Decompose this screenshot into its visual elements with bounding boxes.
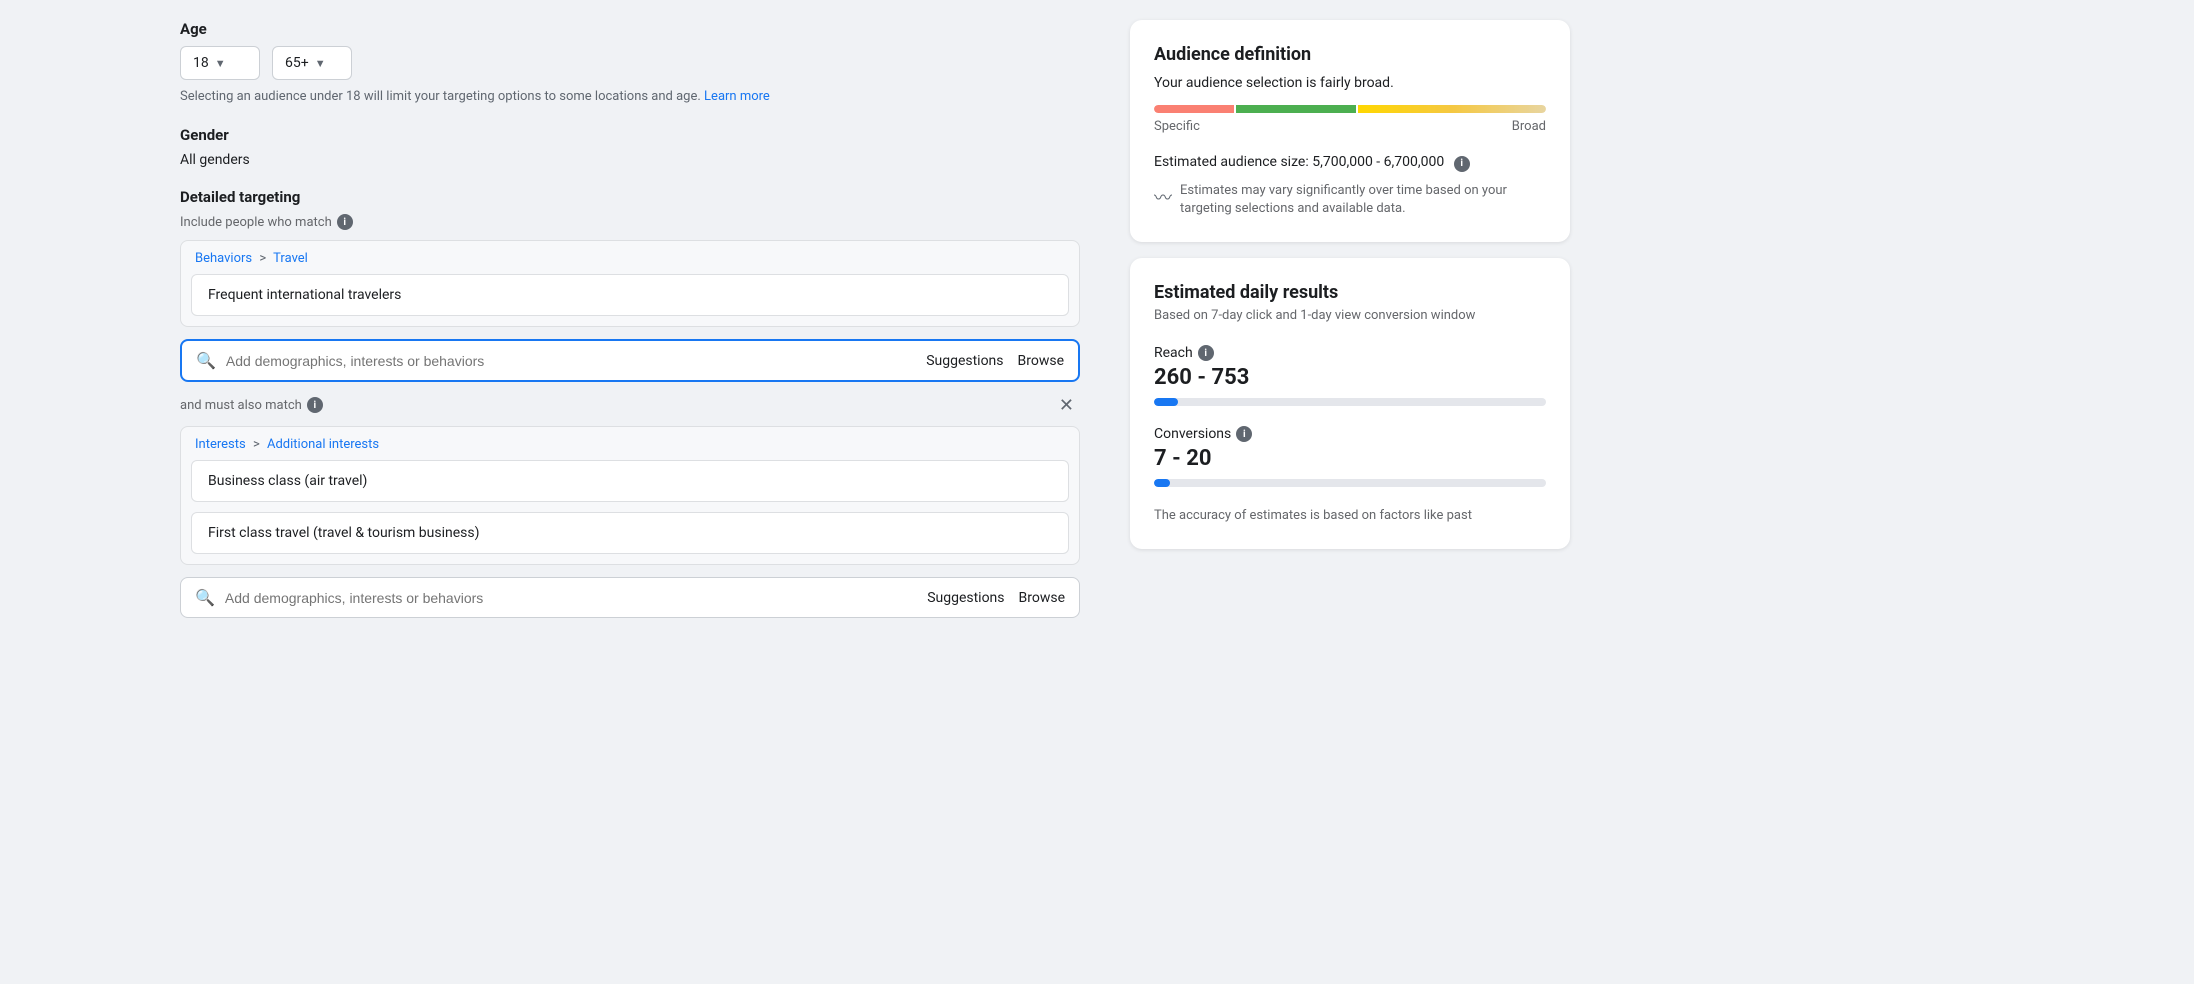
spectrum-bar: [1154, 105, 1546, 113]
spectrum-yellow: [1358, 105, 1546, 113]
search-actions-1: Suggestions Browse: [926, 353, 1064, 369]
audience-definition-card: Audience definition Your audience select…: [1130, 20, 1570, 242]
accuracy-text: The accuracy of estimates is based on fa…: [1154, 507, 1546, 525]
breadcrumb-travel-link[interactable]: Travel: [273, 251, 308, 266]
include-match-label: Include people who match i: [180, 214, 1080, 230]
age-label: Age: [180, 20, 1080, 38]
estimates-row: 〰 Estimates may vary significantly over …: [1154, 182, 1546, 218]
reach-value: 260 - 753: [1154, 365, 1546, 390]
conversions-progress-container: [1154, 479, 1546, 487]
estimates-chart-icon: 〰: [1154, 184, 1172, 210]
spectrum-green: [1236, 105, 1356, 113]
age-info-text: Selecting an audience under 18 will limi…: [180, 88, 1080, 106]
search-input-2[interactable]: [225, 590, 917, 606]
targeting-breadcrumb-2: Interests > Additional interests: [181, 427, 1079, 460]
search-actions-2: Suggestions Browse: [927, 590, 1065, 606]
must-match-info-icon[interactable]: i: [307, 397, 323, 413]
gender-label: Gender: [180, 126, 1080, 144]
gender-section: Gender All genders: [180, 126, 1080, 168]
detailed-targeting-label: Detailed targeting: [180, 188, 1080, 206]
suggestions-button-2[interactable]: Suggestions: [927, 590, 1004, 606]
targeting-group-2: Interests > Additional interests Busines…: [180, 426, 1080, 565]
must-match-label: and must also match i: [180, 397, 323, 413]
gender-value: All genders: [180, 152, 1080, 168]
estimates-text: Estimates may vary significantly over ti…: [1180, 182, 1546, 218]
breadcrumb-interests-link[interactable]: Interests: [195, 437, 246, 452]
age-min-arrow-icon: ▼: [215, 57, 226, 70]
reach-progress-bar: [1154, 398, 1178, 406]
targeting-item-business-class: Business class (air travel): [191, 460, 1069, 502]
breadcrumb-additional-interests-link[interactable]: Additional interests: [267, 437, 379, 452]
breadcrumb-behaviors-link[interactable]: Behaviors: [195, 251, 252, 266]
audience-size-text: Estimated audience size: 5,700,000 - 6,7…: [1154, 154, 1546, 172]
age-max-value: 65+: [285, 55, 309, 71]
age-min-value: 18: [193, 55, 209, 71]
targeting-item-first-class: First class travel (travel & tourism bus…: [191, 512, 1069, 554]
conversions-value: 7 - 20: [1154, 446, 1546, 471]
age-min-select[interactable]: 18 ▼: [180, 46, 260, 80]
right-panel: Audience definition Your audience select…: [1110, 0, 1590, 984]
suggestions-button-1[interactable]: Suggestions: [926, 353, 1003, 369]
conversions-info-icon[interactable]: i: [1236, 426, 1252, 442]
spectrum-labels: Specific Broad: [1154, 119, 1546, 134]
search-box-1[interactable]: 🔍 Suggestions Browse: [180, 339, 1080, 382]
search-icon-2: 🔍: [195, 588, 215, 607]
search-icon-1: 🔍: [196, 351, 216, 370]
daily-results-subtitle: Based on 7-day click and 1-day view conv…: [1154, 307, 1546, 325]
spectrum-red: [1154, 105, 1234, 113]
reach-progress-container: [1154, 398, 1546, 406]
audience-size-number: 5,700,000 - 6,700,000: [1312, 154, 1444, 170]
targeting-item-travelers: Frequent international travelers: [191, 274, 1069, 316]
daily-results-title: Estimated daily results: [1154, 282, 1546, 303]
conversions-label: Conversions i: [1154, 426, 1546, 442]
browse-button-2[interactable]: Browse: [1019, 590, 1065, 606]
learn-more-link[interactable]: Learn more: [704, 89, 770, 104]
include-match-info-icon[interactable]: i: [337, 214, 353, 230]
browse-button-1[interactable]: Browse: [1018, 353, 1064, 369]
reach-info-icon[interactable]: i: [1198, 345, 1214, 361]
daily-results-card: Estimated daily results Based on 7-day c…: [1130, 258, 1570, 549]
conversions-progress-bar: [1154, 479, 1170, 487]
broad-label: Broad: [1512, 119, 1546, 134]
specific-label: Specific: [1154, 119, 1200, 134]
search-input-1[interactable]: [226, 353, 916, 369]
targeting-group-1: Behaviors > Travel Frequent internationa…: [180, 240, 1080, 327]
reach-label: Reach i: [1154, 345, 1546, 361]
detailed-targeting-section: Detailed targeting Include people who ma…: [180, 188, 1080, 618]
age-max-arrow-icon: ▼: [315, 57, 326, 70]
audience-broad-text: Your audience selection is fairly broad.: [1154, 75, 1546, 91]
must-match-header: and must also match i ✕: [180, 394, 1080, 416]
age-max-select[interactable]: 65+ ▼: [272, 46, 352, 80]
search-box-2[interactable]: 🔍 Suggestions Browse: [180, 577, 1080, 618]
breadcrumb-separator-1: >: [259, 251, 266, 266]
audience-size-info-icon[interactable]: i: [1454, 156, 1470, 172]
targeting-breadcrumb-1: Behaviors > Travel: [181, 241, 1079, 274]
age-row: 18 ▼ 65+ ▼: [180, 46, 1080, 80]
breadcrumb-separator-2: >: [253, 437, 260, 452]
audience-definition-title: Audience definition: [1154, 44, 1546, 65]
must-match-close-button[interactable]: ✕: [1053, 394, 1080, 416]
